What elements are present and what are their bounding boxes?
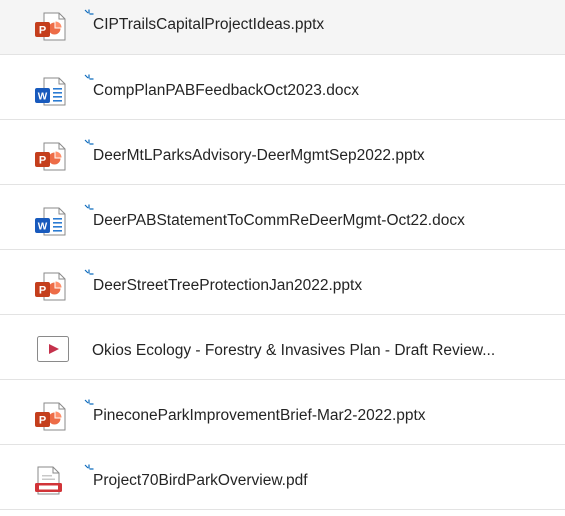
video-icon [30, 329, 70, 369]
file-name[interactable]: CompPlanPABFeedbackOct2023.docx [93, 81, 359, 101]
file-row[interactable]: P CIPTrailsCapitalProjectIdeas.pptx [0, 0, 565, 55]
new-file-indicator-icon [84, 71, 94, 81]
file-name[interactable]: DeerMtLParksAdvisory-DeerMgmtSep2022.ppt… [93, 146, 425, 166]
powerpoint-icon: P [30, 266, 70, 306]
file-row[interactable]: P PineconeParkImprovementBrief-Mar2-2022… [0, 380, 565, 445]
powerpoint-icon: P [30, 396, 70, 436]
svg-text:P: P [39, 155, 46, 167]
pdf-icon [30, 461, 70, 501]
new-file-indicator-icon [84, 461, 94, 471]
file-name[interactable]: PineconeParkImprovementBrief-Mar2-2022.p… [93, 406, 426, 426]
new-file-indicator-icon [84, 201, 94, 211]
file-name[interactable]: Okios Ecology - Forestry & Invasives Pla… [92, 341, 495, 361]
svg-text:P: P [39, 25, 46, 37]
file-row[interactable]: Okios Ecology - Forestry & Invasives Pla… [0, 315, 565, 380]
svg-text:P: P [39, 415, 46, 427]
svg-text:W: W [38, 92, 48, 103]
word-icon: W [30, 71, 70, 111]
new-file-indicator-icon [84, 266, 94, 276]
file-row[interactable]: W DeerPABStatementToCommReDeerMgmt-Oct22… [0, 185, 565, 250]
file-name[interactable]: DeerStreetTreeProtectionJan2022.pptx [93, 276, 362, 296]
svg-text:P: P [39, 285, 46, 297]
file-row[interactable]: W CompPlanPABFeedbackOct2023.docx [0, 55, 565, 120]
file-name[interactable]: Project70BirdParkOverview.pdf [93, 471, 308, 491]
powerpoint-icon: P [30, 136, 70, 176]
file-row[interactable]: P DeerStreetTreeProtectionJan2022.pptx [0, 250, 565, 315]
file-list: P CIPTrailsCapitalProjectIdeas.pptx W Co… [0, 0, 565, 516]
file-name[interactable]: CIPTrailsCapitalProjectIdeas.pptx [93, 15, 324, 35]
svg-text:W: W [38, 222, 48, 233]
file-row[interactable]: P DeerMtLParksAdvisory-DeerMgmtSep2022.p… [0, 120, 565, 185]
powerpoint-icon: P [30, 6, 70, 46]
file-name[interactable]: DeerPABStatementToCommReDeerMgmt-Oct22.d… [93, 211, 465, 231]
word-icon: W [30, 201, 70, 241]
new-file-indicator-icon [84, 396, 94, 406]
file-row[interactable]: Project70BirdParkOverview.pdf [0, 445, 565, 510]
new-file-indicator-icon [84, 136, 94, 146]
